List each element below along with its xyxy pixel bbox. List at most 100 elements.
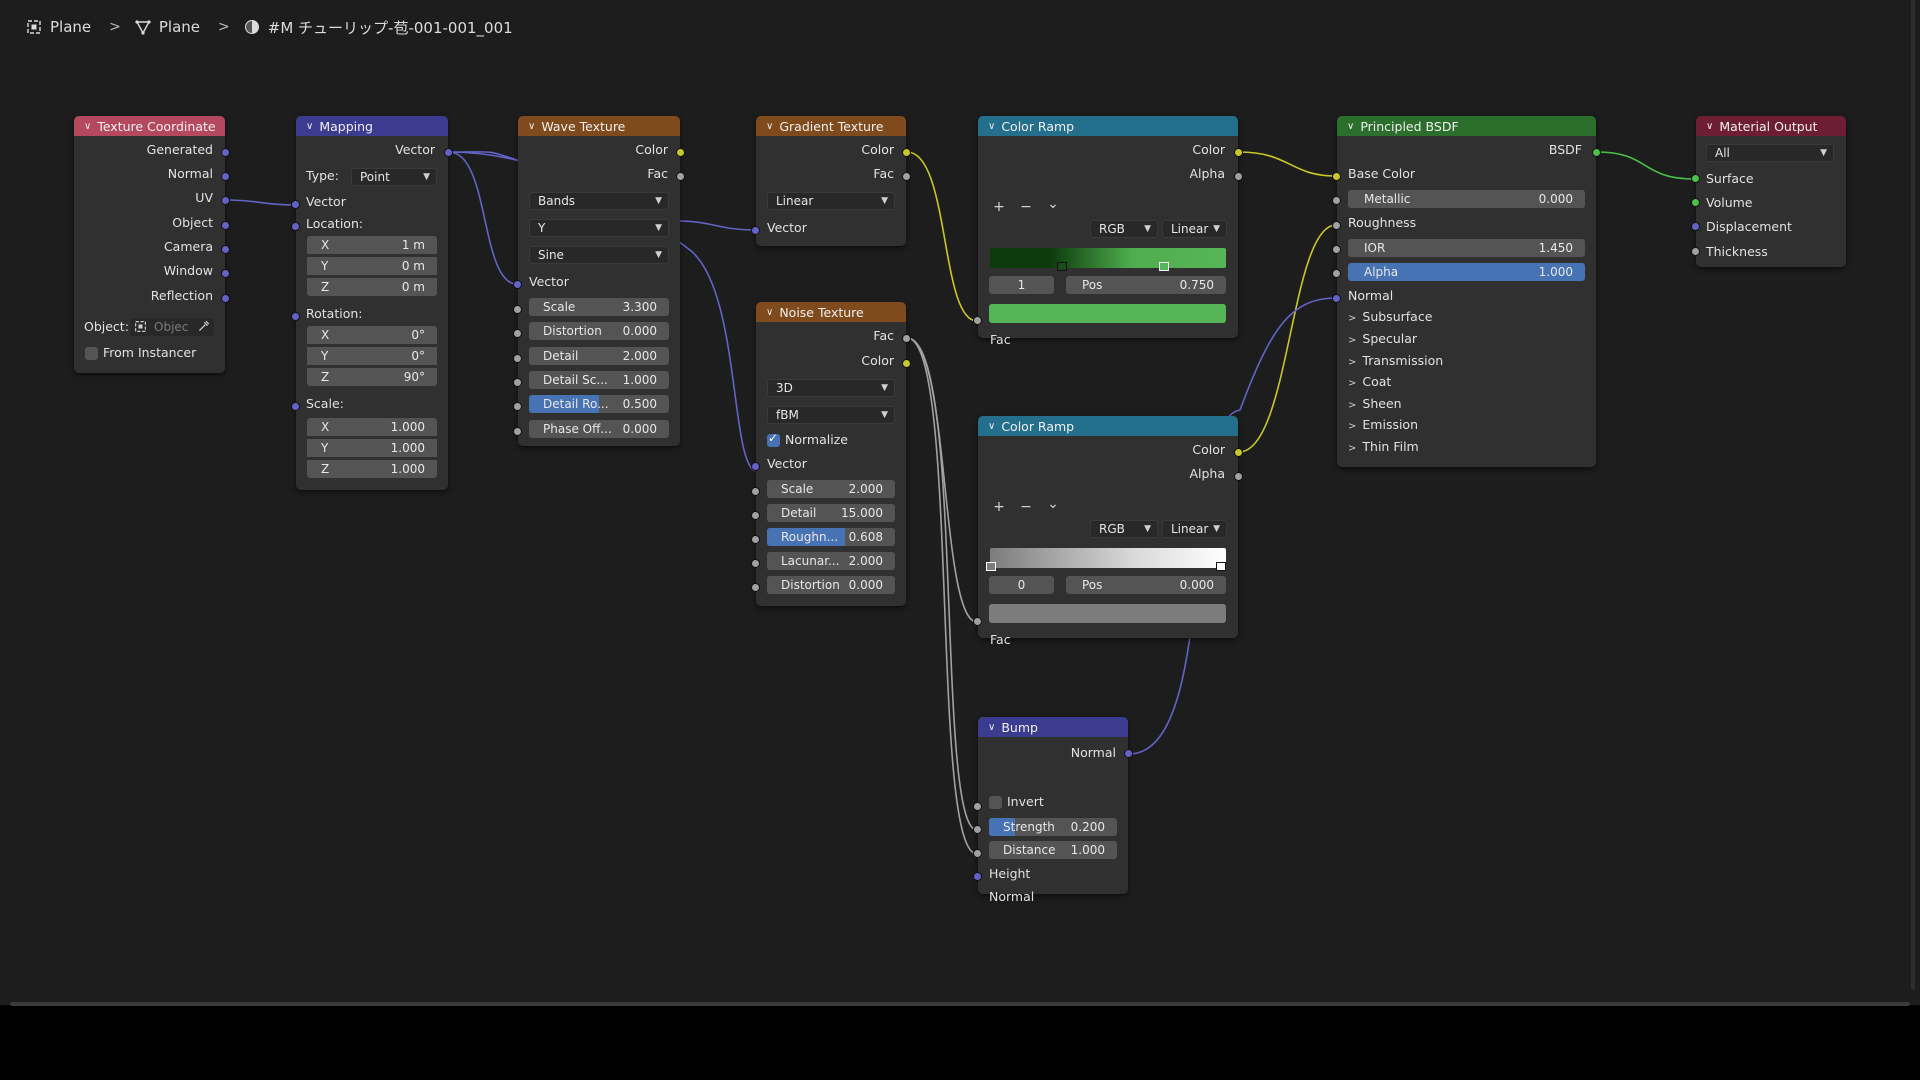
socket-normal-out[interactable] [1124, 749, 1133, 758]
ior-field[interactable]: IOR 1.450 [1348, 239, 1585, 257]
breadcrumb-object[interactable]: Plane [22, 16, 95, 38]
socket-normal-in[interactable] [973, 872, 982, 881]
wave-detail-field[interactable]: Detail 2.000 [529, 347, 669, 365]
mapping-node[interactable]: ∨ Mapping Vector Type: Point ▼ Vector Lo… [291, 116, 453, 490]
breadcrumb-mesh[interactable]: Plane [131, 16, 204, 38]
bump-distance-field[interactable]: Distance 1.000 [989, 841, 1117, 859]
gradient-type-select[interactable]: Linear ▼ [767, 192, 895, 210]
socket-ior-in[interactable] [1332, 245, 1341, 254]
object-picker-field[interactable]: Objec [130, 318, 214, 336]
chevron-down-icon[interactable]: ∨ [1706, 121, 1713, 132]
vertical-scrollbar[interactable] [1911, 0, 1915, 990]
socket-vector-in[interactable] [751, 462, 760, 471]
socket-vector-out[interactable] [444, 148, 453, 157]
socket-fac-out[interactable] [676, 172, 685, 181]
socket-camera-out[interactable] [221, 245, 230, 254]
interpolation-select[interactable]: Linear ▼ [1162, 220, 1227, 238]
socket-detail-roughness-in[interactable] [513, 402, 522, 411]
wave-phase-offset-field[interactable]: Phase Off... 0.000 [529, 420, 669, 438]
noise-distortion-field[interactable]: Distortion 0.000 [767, 576, 895, 594]
stop-color-swatch[interactable] [989, 604, 1226, 623]
wave-texture-node[interactable]: ∨ Wave Texture Color Fac Bands ▼ Y ▼ Sine ▼… [513, 116, 685, 446]
socket-normal-in[interactable] [1332, 294, 1341, 303]
ramp-stop-handle[interactable] [1216, 562, 1226, 571]
gradient-texture-node[interactable]: ∨ Gradient Texture Color Fac Linear ▼ Vec… [751, 116, 911, 246]
socket-volume-in[interactable] [1691, 198, 1700, 207]
wave-type-select[interactable]: Bands ▼ [529, 192, 669, 210]
node-header[interactable]: ∨ Gradient Texture [756, 116, 906, 136]
socket-normal-out[interactable] [221, 172, 230, 181]
socket-distance-in[interactable] [973, 825, 982, 834]
socket-color-out[interactable] [1234, 148, 1243, 157]
socket-detail-scale-in[interactable] [513, 378, 522, 387]
socket-base-color-in[interactable] [1332, 172, 1341, 181]
remove-stop-icon[interactable]: − [1016, 499, 1036, 515]
node-header[interactable]: ∨ Mapping [296, 116, 448, 136]
ramp-stop-handle-active[interactable] [986, 562, 996, 571]
scale-z-field[interactable]: Z 1.000 [307, 460, 437, 478]
socket-color-out[interactable] [902, 148, 911, 157]
socket-color-out[interactable] [1234, 448, 1243, 457]
color-ramp-gradient[interactable] [990, 248, 1226, 268]
location-z-field[interactable]: Z0 m [307, 278, 437, 296]
panel-emission[interactable]: > Emission [1348, 415, 1418, 435]
noise-lacunarity-field[interactable]: Lacunar... 2.000 [767, 552, 895, 570]
socket-lacunarity-in[interactable] [751, 559, 760, 568]
socket-distortion-in[interactable] [513, 329, 522, 338]
node-header[interactable]: ∨ Bump [978, 717, 1128, 737]
socket-roughness-in[interactable] [751, 535, 760, 544]
chevron-down-icon[interactable]: ∨ [528, 121, 535, 132]
noise-dimensions-select[interactable]: 3D ▼ [767, 379, 895, 397]
socket-metallic-in[interactable] [1332, 196, 1341, 205]
chevron-down-icon[interactable]: ∨ [988, 121, 995, 132]
node-header[interactable]: ∨ Principled BSDF [1337, 116, 1596, 136]
node-header[interactable]: ∨ Noise Texture [756, 302, 906, 322]
color-mode-select[interactable]: RGB ▼ [1090, 220, 1158, 238]
noise-scale-field[interactable]: Scale 2.000 [767, 480, 895, 498]
alpha-field[interactable]: Alpha 1.000 [1348, 263, 1585, 281]
add-stop-icon[interactable]: + [989, 499, 1009, 515]
panel-thin-film[interactable]: > Thin Film [1348, 437, 1419, 457]
scale-x-field[interactable]: X 1.000 [307, 418, 437, 436]
color-ramp-gradient[interactable] [990, 548, 1226, 568]
noise-texture-node[interactable]: ∨ Noise Texture Fac Color 3D▼ fBM▼ Norma… [751, 302, 911, 606]
ramp-stop-handle[interactable] [1057, 262, 1067, 271]
color-ramp-node-2[interactable]: ∨ Color Ramp Color Alpha + − ⌄ RGB ▼ Line… [973, 416, 1243, 647]
socket-roughness-in[interactable] [1332, 221, 1341, 230]
node-header[interactable]: ∨ Color Ramp [978, 416, 1238, 436]
node-editor-canvas[interactable] [0, 0, 1920, 1005]
chevron-down-icon[interactable]: ⌄ [1043, 196, 1063, 212]
panel-specular[interactable]: > Specular [1348, 329, 1417, 349]
rotation-z-field[interactable]: Z 90° [307, 368, 437, 386]
wave-direction-select[interactable]: Y ▼ [529, 219, 669, 237]
node-header[interactable]: ∨ Color Ramp [978, 116, 1238, 136]
socket-detail-in[interactable] [513, 354, 522, 363]
socket-phase-offset-in[interactable] [513, 427, 522, 436]
texture-coordinate-node[interactable]: ∨ Texture Coordinate Generated Normal UV… [74, 116, 230, 373]
chevron-down-icon[interactable]: ∨ [988, 722, 995, 733]
wave-distortion-field[interactable]: Distortion 0.000 [529, 322, 669, 340]
stop-position-field[interactable]: Pos 0.000 [1066, 576, 1226, 594]
socket-alpha-out[interactable] [1234, 472, 1243, 481]
socket-vector-in[interactable] [751, 226, 760, 235]
bump-node[interactable]: ∨ Bump Normal Invert Strength 0.200 Dista… [973, 717, 1133, 904]
bump-strength-field[interactable]: Strength 0.200 [989, 818, 1117, 836]
chevron-down-icon[interactable]: ∨ [766, 307, 773, 318]
socket-fac-out[interactable] [902, 334, 911, 343]
socket-surface-in[interactable] [1691, 174, 1700, 183]
chevron-down-icon[interactable]: ∨ [306, 121, 313, 132]
noise-roughness-field[interactable]: Roughn... 0.608 [767, 528, 895, 546]
from-instancer-checkbox[interactable] [85, 347, 98, 360]
chevron-down-icon[interactable]: ⌄ [1043, 496, 1063, 512]
panel-transmission[interactable]: > Transmission [1348, 351, 1443, 371]
stop-index-field[interactable]: 0 [989, 576, 1054, 594]
noise-detail-field[interactable]: Detail 15.000 [767, 504, 895, 522]
socket-distortion-in[interactable] [751, 583, 760, 592]
wave-profile-select[interactable]: Sine ▼ [529, 246, 669, 264]
chevron-down-icon[interactable]: ∨ [988, 421, 995, 432]
socket-window-out[interactable] [221, 269, 230, 278]
interpolation-select[interactable]: Linear ▼ [1162, 520, 1227, 538]
socket-generated-out[interactable] [221, 148, 230, 157]
location-y-field[interactable]: Y0 m [307, 257, 437, 275]
socket-scale-in[interactable] [513, 305, 522, 314]
